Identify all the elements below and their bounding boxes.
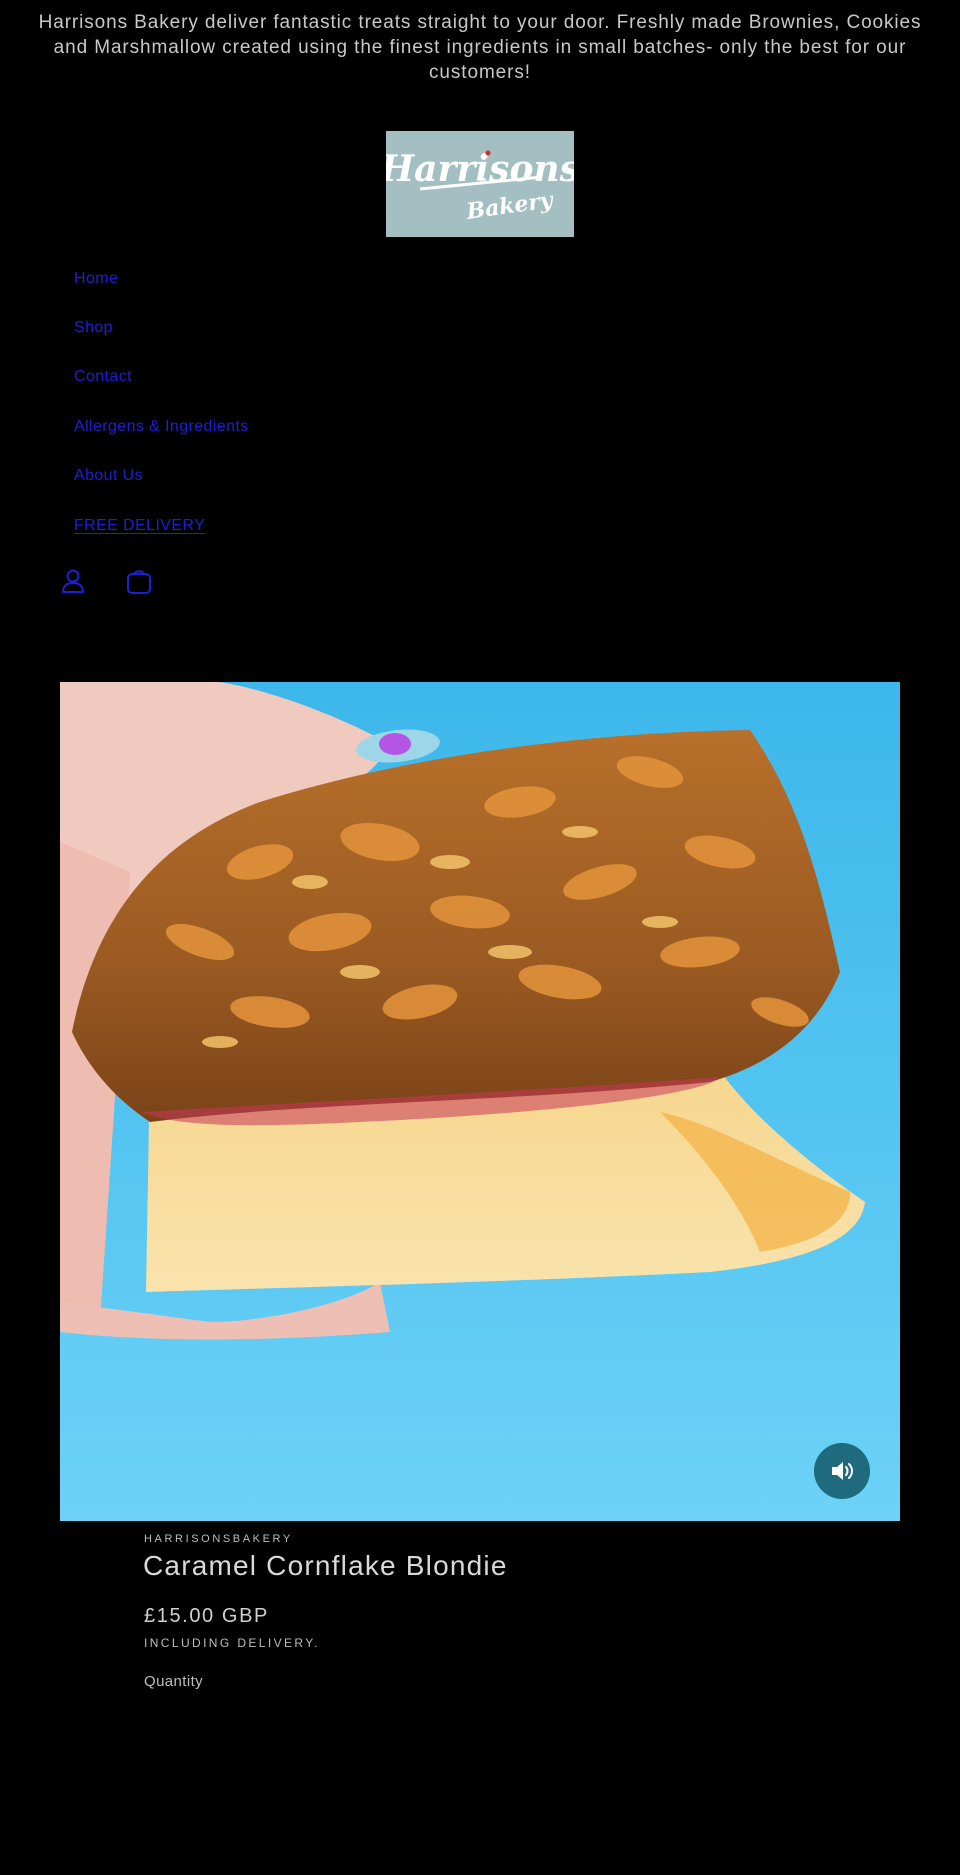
logo-line2: Bakery bbox=[464, 187, 556, 225]
product-title: Caramel Cornflake Blondie bbox=[143, 1550, 508, 1581]
product-vendor: HARRISONSBAKERY bbox=[144, 1533, 293, 1545]
nav-item-contact[interactable]: Contact bbox=[74, 368, 132, 386]
quantity-label: Quantity bbox=[144, 1673, 204, 1690]
nav-item-about[interactable]: About Us bbox=[74, 467, 143, 485]
announcement-bar: Harrisons Bakery deliver fantastic treat… bbox=[38, 12, 922, 83]
nav-item-home[interactable]: Home bbox=[74, 270, 118, 288]
account-icon[interactable] bbox=[58, 566, 88, 596]
product-price: £15.00 GBP bbox=[144, 1605, 269, 1627]
volume-button[interactable] bbox=[814, 1443, 870, 1499]
nav-item-shop[interactable]: Shop bbox=[74, 319, 113, 337]
nav-item-free-delivery[interactable]: FREE DELIVERY bbox=[74, 517, 205, 535]
site-logo[interactable]: Harrisons Bakery bbox=[386, 131, 574, 237]
tax-note: INCLUDING DELIVERY. bbox=[144, 1636, 320, 1650]
product-media[interactable] bbox=[60, 682, 900, 1521]
cart-icon[interactable] bbox=[124, 566, 154, 596]
nav-item-allergens[interactable]: Allergens & Ingredients bbox=[74, 418, 249, 436]
product-image bbox=[60, 682, 900, 1521]
volume-icon bbox=[832, 1462, 853, 1480]
